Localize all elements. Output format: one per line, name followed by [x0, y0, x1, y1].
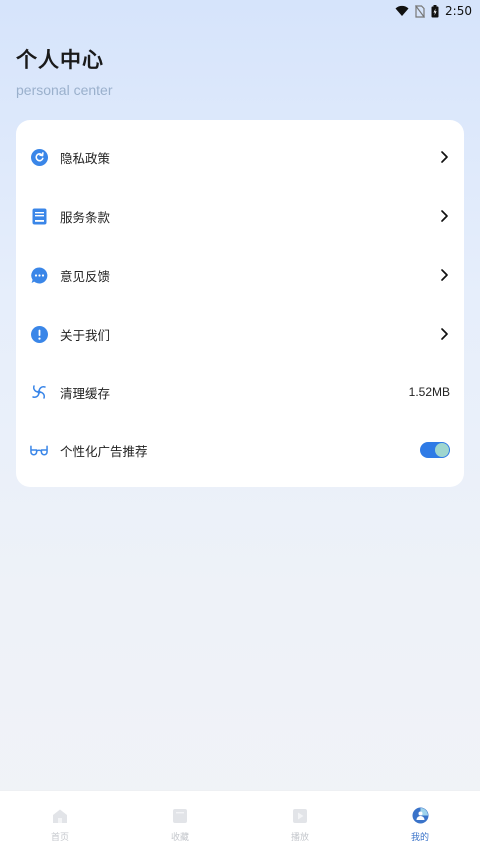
- refresh-circle-icon: [30, 148, 48, 166]
- tab-home[interactable]: 首页: [0, 791, 120, 854]
- profile-icon: [411, 807, 429, 825]
- tab-favorites[interactable]: 收藏: [120, 791, 240, 854]
- tab-label: 我的: [410, 832, 429, 843]
- settings-item-label: 清理缓存: [60, 385, 111, 401]
- chevron-right-icon: [441, 328, 448, 340]
- tab-label: 收藏: [170, 832, 189, 843]
- chevron-right-icon: [441, 269, 448, 281]
- chat-bubble-icon: [30, 266, 48, 284]
- glasses-icon: [30, 441, 48, 459]
- settings-item-label: 服务条款: [60, 209, 111, 225]
- wifi-icon: [395, 5, 409, 16]
- settings-item-label: 个性化广告推荐: [60, 443, 148, 459]
- page-subtitle: personal center: [16, 82, 113, 98]
- page-title: 个人中心: [16, 48, 104, 72]
- settings-item-feedback[interactable]: 意见反馈: [16, 255, 464, 295]
- settings-item-personalized-ads: 个性化广告推荐: [16, 430, 464, 470]
- tab-label: 播放: [290, 832, 309, 843]
- bottom-tab-bar: 首页 收藏 播放 我的: [0, 790, 480, 854]
- page-header: 个人中心 personal center: [16, 44, 113, 98]
- tab-play[interactable]: 播放: [240, 791, 360, 854]
- settings-item-label: 关于我们: [60, 327, 111, 343]
- status-bar: 2:50: [0, 0, 480, 22]
- battery-icon: [431, 4, 439, 17]
- chevron-right-icon: [441, 210, 448, 222]
- settings-item-label: 意见反馈: [60, 268, 111, 284]
- settings-item-privacy-policy[interactable]: 隐私政策: [16, 137, 464, 177]
- home-icon: [51, 807, 69, 825]
- toggle-knob: [435, 443, 449, 457]
- tab-profile[interactable]: 我的: [360, 791, 480, 854]
- no-sim-icon: [415, 4, 426, 18]
- settings-item-label: 隐私政策: [60, 150, 111, 166]
- settings-item-terms-of-service[interactable]: 服务条款: [16, 196, 464, 236]
- settings-item-about-us[interactable]: 关于我们: [16, 314, 464, 354]
- spiral-icon: [30, 383, 48, 401]
- cache-size-value: 1.52MB: [408, 385, 450, 399]
- personalized-ads-toggle[interactable]: [420, 442, 450, 458]
- tab-label: 首页: [50, 832, 69, 843]
- chevron-right-icon: [441, 151, 448, 163]
- info-exclamation-icon: [30, 325, 48, 343]
- settings-item-clear-cache[interactable]: 清理缓存 1.52MB: [16, 372, 464, 412]
- bookmark-icon: [171, 807, 189, 825]
- status-time: 2:50: [445, 4, 472, 18]
- play-icon: [291, 807, 309, 825]
- settings-card: 隐私政策 服务条款 意见反馈 关于我们 清理缓存 1.52MB 个性化广告推荐: [16, 120, 464, 487]
- book-icon: [30, 207, 48, 225]
